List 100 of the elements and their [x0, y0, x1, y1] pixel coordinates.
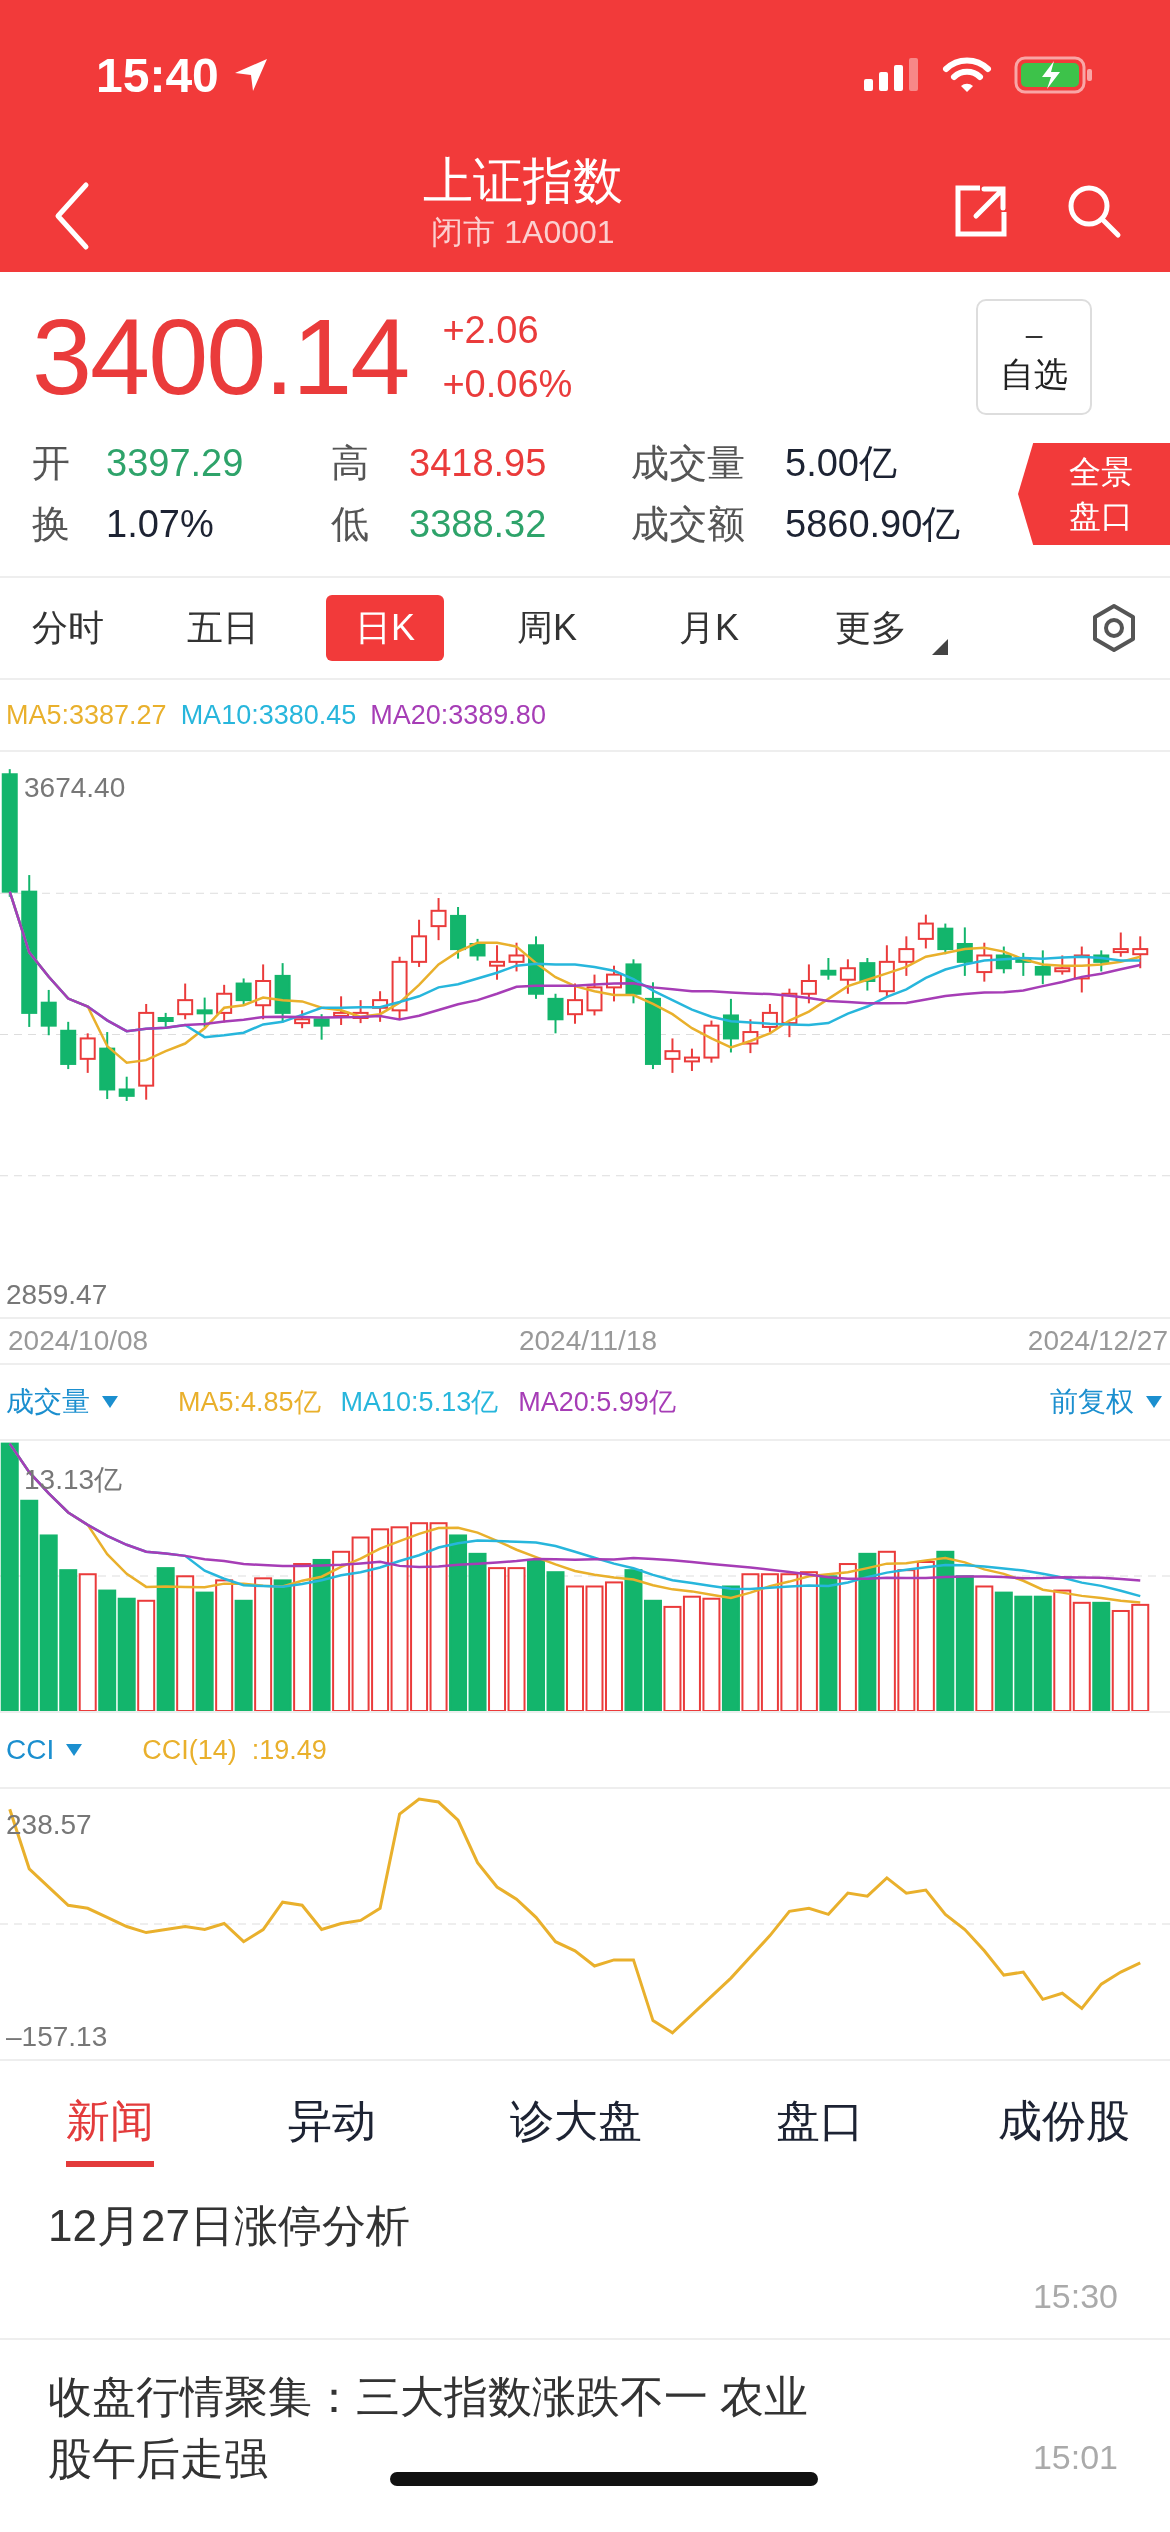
caret-icon: [1146, 1396, 1162, 1408]
axis-label: 3674.40: [24, 772, 126, 804]
candlestick: [157, 1011, 174, 1030]
candlestick: [294, 1009, 311, 1030]
news-tab[interactable]: 成份股: [998, 2081, 1130, 2167]
status-time: 15:40: [96, 47, 219, 103]
candlestick: [411, 918, 428, 968]
candlestick: [177, 982, 194, 1021]
candlestick: [1073, 945, 1090, 994]
legend-label: MA20:5.99亿: [518, 1386, 676, 1419]
price-change: +2.06: [442, 308, 540, 353]
news-tab[interactable]: 异动: [288, 2081, 376, 2167]
candlestick: [683, 1047, 700, 1072]
candlestick: [274, 962, 291, 1024]
stat-value: 1.07%: [106, 503, 215, 546]
period-tab[interactable]: 周K: [466, 595, 628, 661]
stat-label: 开: [32, 441, 71, 486]
candlestick: [508, 941, 525, 973]
page-title: 上证指数: [423, 152, 623, 211]
news-time: 15:01: [1032, 2438, 1118, 2477]
candlestick: [391, 955, 408, 1021]
period-tab[interactable]: 月K: [628, 595, 790, 661]
search-icon[interactable]: [1066, 183, 1122, 239]
candlestick: [333, 995, 350, 1027]
stat-label: 高: [331, 441, 370, 486]
dropdown-corner-icon: [932, 639, 948, 655]
percent-change: +0.06%: [442, 362, 573, 407]
stat-label: 换: [32, 502, 71, 547]
candlestick: [372, 990, 389, 1023]
news-tab[interactable]: 盘口: [776, 2081, 864, 2167]
stat-value: 3418.95: [409, 442, 548, 485]
adjust-dropdown[interactable]: 前复权: [1050, 1383, 1162, 1421]
candlestick: [606, 964, 622, 1003]
candlestick: [976, 941, 993, 983]
candlestick: [1093, 949, 1110, 973]
legend-label: CCI(14) :19.49: [142, 1734, 327, 1766]
candlestick: [489, 944, 506, 981]
stat-value: 3388.32: [409, 503, 548, 546]
caret-icon: [66, 1744, 83, 1756]
candlestick: [1054, 954, 1071, 976]
candlestick: [781, 987, 798, 1039]
candlestick: [742, 1018, 759, 1055]
candlestick: [79, 1032, 96, 1074]
candlestick: [1015, 951, 1032, 977]
candlestick: [859, 957, 876, 992]
candlestick: [40, 988, 57, 1037]
more-menu[interactable]: 更多: [790, 595, 952, 661]
legend-label: MA10:5.13亿: [340, 1386, 499, 1419]
wifi-icon: [942, 56, 992, 94]
legend-label: MA10:3380.45: [180, 699, 357, 731]
indicator-dropdown[interactable]: 成交量: [6, 1383, 118, 1421]
axis-label: –157.13: [6, 2021, 108, 2053]
battery-icon: [1014, 55, 1094, 95]
share-icon[interactable]: [954, 184, 1008, 238]
stat-label: 成交额: [631, 502, 746, 547]
date-label: 2024/11/18: [518, 1325, 658, 1357]
news-headline[interactable]: 12月27日涨停分析: [48, 2195, 848, 2257]
candlestick: [255, 963, 272, 1021]
period-tab[interactable]: 日K: [326, 595, 444, 661]
candlestick: [839, 958, 856, 995]
legend-label: MA5:4.85亿: [178, 1386, 321, 1419]
candlestick: [800, 963, 817, 1005]
candlestick: [722, 997, 739, 1054]
indicator-dropdown[interactable]: CCI: [6, 1734, 83, 1766]
candlestick: [547, 992, 564, 1035]
stat-label: 成交量: [631, 441, 746, 486]
period-tab[interactable]: 分时: [32, 595, 142, 661]
candlestick: [1112, 931, 1129, 958]
stat-value: 5860.90亿: [785, 502, 962, 547]
candlestick: [196, 996, 213, 1028]
page-subtitle: 闭市 1A0001: [431, 213, 615, 252]
panorama-button[interactable]: 全景 盘口: [1018, 443, 1170, 545]
stat-value: 5.00亿: [785, 441, 898, 486]
candlestick: [352, 999, 369, 1025]
date-label: 2024/10/08: [8, 1325, 149, 1357]
candlestick: [235, 977, 252, 1007]
candlestick: [898, 935, 915, 977]
news-tab[interactable]: 新闻: [66, 2081, 154, 2167]
news-tab[interactable]: 诊大盘: [510, 2081, 642, 2167]
candlestick: [118, 1075, 135, 1102]
date-label: 2024/12/27: [1027, 1325, 1168, 1357]
legend-label: MA5:3387.27: [6, 699, 167, 731]
candlestick: [450, 906, 467, 960]
signal-icon: [864, 57, 920, 93]
candlestick: [917, 913, 934, 950]
candlestick: [60, 1020, 77, 1071]
candlestick: [1132, 935, 1149, 970]
candlestick: [761, 1002, 778, 1034]
watchlist-button[interactable]: – 自选: [976, 299, 1092, 415]
news-time: 15:30: [1032, 2277, 1118, 2316]
candlestick: [586, 973, 603, 1017]
period-tab[interactable]: 五日: [142, 595, 304, 661]
candlestick: [820, 957, 837, 981]
candlestick: [703, 1019, 720, 1064]
legend-label: MA20:3389.80: [370, 699, 546, 731]
news-headline[interactable]: 收盘行情聚集：三大指数涨跌不一 农业股午后走强: [48, 2366, 848, 2490]
caret-icon: [102, 1396, 118, 1408]
candlestick: [1034, 949, 1051, 986]
candlestick: [430, 897, 447, 942]
candlestick: [995, 945, 1012, 975]
